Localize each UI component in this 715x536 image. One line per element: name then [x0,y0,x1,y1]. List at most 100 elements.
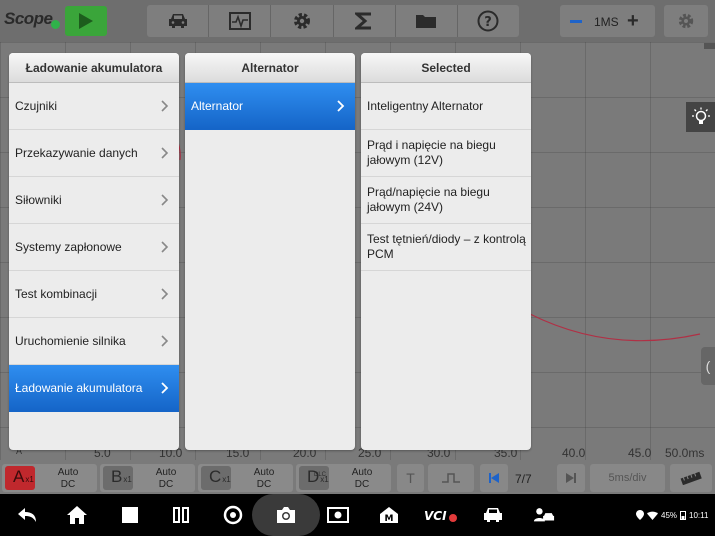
back-arrow-icon [18,508,36,522]
channel-a-button[interactable]: Ax1 Auto DC [2,464,97,492]
channel-b-button[interactable]: Bx1 Auto DC [100,464,195,492]
skip-back-icon [489,473,499,483]
screenshot-button[interactable] [275,505,297,525]
category-item-czujniki[interactable]: Czujniki [9,83,179,130]
category-item-systemy-zaplonowe[interactable]: Systemy zapłonowe [9,224,179,271]
chevron-right-icon [161,382,169,394]
previous-page-button[interactable] [480,464,508,492]
files-button[interactable] [396,5,458,37]
back-button[interactable] [16,505,38,525]
time-tick: 50.0ms [665,446,705,460]
category-item-uruchomienie-silnika[interactable]: Uruchomienie silnika [9,318,179,365]
category-item-label: Czujniki [15,99,58,113]
car-icon [484,508,502,522]
system-navigation-bar: M VCI 45% 10:11 [0,494,715,536]
chevron-right-icon [337,100,345,112]
gear-icon [678,13,694,29]
channel-c-button[interactable]: Cx1 Auto DC [198,464,293,492]
camera-icon [277,507,295,523]
page-indicator: 7/7 [515,472,532,486]
timebase-decrease-button[interactable] [570,20,582,23]
category-item-test-kombinacji[interactable]: Test kombinacji [9,271,179,318]
lightbulb-icon [691,107,710,124]
split-screen-button[interactable] [170,505,192,525]
vehicle-shortcut-button[interactable] [482,505,504,525]
subcategory-panel: Alternator Alternator [185,53,355,450]
test-selection-panel-header: Selected [361,53,531,83]
corner-tab[interactable] [704,43,715,49]
test-item-label: Test tętnień/diody – z kontrolą PCM [367,232,526,261]
test-item-label: Inteligentny Alternator [367,98,484,113]
trigger-button[interactable]: T [397,464,424,492]
battery-icon [680,511,687,520]
category-item-label: Przekazywanie danych [15,146,138,160]
wifi-icon [647,511,658,520]
browser-button[interactable] [222,505,244,525]
settings-button[interactable] [271,5,334,37]
channel-d-label: D DLC x1 [299,466,329,490]
category-item-silowniki[interactable]: Siłowniki [9,177,179,224]
channel-b-coupling: Auto DC [155,467,177,490]
trigger-edge-button[interactable] [428,464,474,492]
timebase-control: 1MS + [560,5,655,37]
rising-edge-icon [442,473,460,483]
gear-icon [293,13,310,29]
test-item-prad-napiecie-24v[interactable]: Prąd/napięcie na biegu jałowym (24V) [361,177,531,224]
svg-text:M: M [385,514,394,524]
subcategory-item-label: Alternator [191,99,244,113]
category-item-label: Systemy zapłonowe [15,240,122,254]
status-bar: 45% 10:11 [636,510,708,520]
category-item-label: Uruchomienie silnika [15,334,126,348]
sigma-icon [355,12,372,30]
run-button[interactable] [65,6,107,36]
channel-bar: Ax1 Auto DC Bx1 Auto DC Cx1 Auto DC D DLC x1 … [0,460,715,494]
advanced-settings-button[interactable] [664,5,708,37]
timebase-value: 1MS [594,15,619,29]
math-button[interactable] [334,5,396,37]
svg-text:?: ? [485,15,493,30]
waveform-library-button[interactable] [209,5,272,37]
category-item-przekazywanie-danych[interactable]: Przekazywanie danych [9,130,179,177]
vci-manager-button[interactable]: VCI [424,505,458,525]
side-panel-handle[interactable]: ( [701,347,715,385]
brightness-button[interactable] [686,102,715,132]
remote-expert-button[interactable] [533,505,555,525]
test-selection-panel: Selected Inteligentny Alternator Prąd i … [361,53,531,450]
channel-c-coupling: Auto DC [253,467,275,490]
category-item-label: Ładowanie akumulatora [15,381,143,395]
test-item-prad-napiecie-12v[interactable]: Prąd i napięcie na biegu jałowym (12V) [361,130,531,177]
timebase-increase-button[interactable]: + [627,11,639,31]
channel-b-label: Bx1 [103,466,133,490]
test-item-label: Prąd i napięcie na biegu jałowym (12V) [367,138,496,167]
car-icon [168,14,187,28]
home-icon [67,506,87,524]
test-item-test-tetnien-diody[interactable]: Test tętnień/diody – z kontrolą PCM [361,224,531,271]
screen-capture-icon [327,507,349,523]
channel-d-button[interactable]: D DLC x1 Auto DC [296,464,391,492]
channel-a-coupling: Auto DC [57,467,79,490]
screen-record-button[interactable] [327,505,349,525]
home-button[interactable] [66,505,88,525]
battery-percentage: 45% [661,510,678,520]
tool-button-group: ? [147,5,519,37]
maxifix-button[interactable]: M [378,505,400,525]
chrome-icon [223,505,243,525]
channel-c-label: Cx1 [201,466,231,490]
channel-a-label: Ax1 [5,466,35,490]
time-tick: 40.0 [562,446,586,460]
clock: 10:11 [689,510,709,520]
next-page-button[interactable] [557,464,585,492]
test-item-inteligentny-alternator[interactable]: Inteligentny Alternator [361,83,531,130]
chevron-right-icon [161,100,169,112]
top-toolbar: Scope ? 1MS + [0,0,715,42]
help-icon: ? [477,10,499,32]
subcategory-item-alternator[interactable]: Alternator [185,83,355,130]
subcategory-panel-header: Alternator [185,53,355,83]
recent-apps-button[interactable] [119,505,141,525]
vehicle-button[interactable] [147,5,210,37]
measure-button[interactable] [670,464,712,492]
category-item-ladowanie-akumulatora[interactable]: Ładowanie akumulatora [9,365,179,412]
maxifix-logo-icon: M [380,507,398,524]
help-button[interactable]: ? [458,5,519,37]
time-per-division[interactable]: 5ms/div [590,464,665,492]
